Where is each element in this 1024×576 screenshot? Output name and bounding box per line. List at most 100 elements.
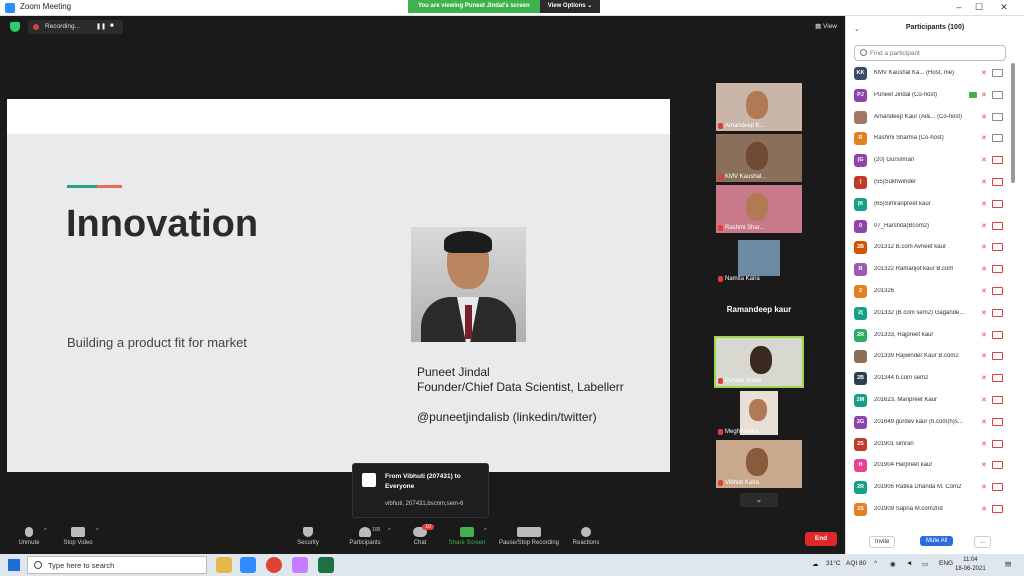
participant-row[interactable]: (K (65)Simranpreet kaur ✕ xyxy=(846,194,1011,216)
video-off-icon[interactable] xyxy=(992,461,1003,470)
video-off-icon[interactable] xyxy=(992,134,1003,143)
participant-row[interactable]: 201339 Rajwinder Kaur B.com2 ✕ xyxy=(846,346,1011,368)
muted-mic-icon[interactable]: ✕ xyxy=(981,69,987,78)
video-off-icon[interactable] xyxy=(992,69,1003,77)
network-icon[interactable]: ◉ xyxy=(890,560,896,568)
language-indicator[interactable]: ENG xyxy=(939,560,953,567)
excel-icon[interactable] xyxy=(318,557,334,573)
participant-row[interactable]: 2B 201344 b.com sem2 ✕ xyxy=(846,368,1011,390)
participant-row[interactable]: 2R 201333, Rajpreet kaur ✕ xyxy=(846,325,1011,347)
taskbar-search[interactable]: Type here to search xyxy=(27,556,207,574)
more-options-button[interactable]: ... xyxy=(974,536,992,548)
muted-mic-icon[interactable]: ✕ xyxy=(981,418,987,427)
participant-row[interactable]: R 201322 Ramanjot kaur B.com ✕ xyxy=(846,259,1011,281)
participant-row[interactable]: R Rashmi Sharma (Co-host) ✕ xyxy=(846,128,1011,150)
participant-row[interactable]: 0 07_Harshita(Bcom2) ✕ xyxy=(846,216,1011,238)
file-explorer-icon[interactable] xyxy=(216,557,232,573)
view-layout-button[interactable]: ▦ View xyxy=(815,22,837,30)
participant-row[interactable]: 2(201332 (B.com sem2) Gagande... ✕ xyxy=(846,303,1011,325)
video-thumbnail[interactable]: KMV Kaushal... xyxy=(716,134,802,182)
end-meeting-button[interactable]: End xyxy=(805,532,837,546)
muted-mic-icon[interactable]: ✕ xyxy=(981,396,987,405)
participant-row[interactable]: PJ Puneet Jindal (Co-host) ✕ xyxy=(846,85,1011,107)
muted-mic-icon[interactable]: ✕ xyxy=(981,352,987,361)
participant-row[interactable]: 2B 201312 B.com Avneet kaur ✕ xyxy=(846,237,1011,259)
video-off-icon[interactable] xyxy=(992,112,1003,121)
video-thumbnail[interactable]: Meghil Arora xyxy=(716,389,802,437)
view-options-button[interactable]: View Options ⌄ xyxy=(539,0,601,13)
weather-temperature[interactable]: 31°C xyxy=(826,560,841,567)
reactions-button[interactable]: Reactions xyxy=(571,527,601,546)
muted-mic-icon[interactable]: ✕ xyxy=(981,113,987,122)
participants-button[interactable]: 100 Participants xyxy=(345,527,385,546)
mute-all-button[interactable]: Mute All xyxy=(920,536,954,546)
windows-start-icon[interactable] xyxy=(8,559,20,571)
muted-mic-icon[interactable]: ✕ xyxy=(981,243,987,252)
battery-icon[interactable]: ▭ xyxy=(922,560,928,568)
video-off-icon[interactable] xyxy=(992,396,1003,404)
chat-button[interactable]: 10 Chat xyxy=(408,524,434,546)
muted-mic-icon[interactable]: ✕ xyxy=(981,156,987,165)
paint-icon[interactable] xyxy=(292,557,308,573)
participants-options-caret[interactable]: ^ xyxy=(388,528,391,534)
muted-mic-icon[interactable]: ✕ xyxy=(981,91,987,100)
security-shield-icon[interactable] xyxy=(10,22,20,32)
video-thumbnail[interactable]: Amandeep K... xyxy=(716,83,802,131)
muted-mic-icon[interactable]: ✕ xyxy=(981,374,987,383)
video-options-caret[interactable]: ^ xyxy=(96,528,99,534)
participant-row[interactable]: (G (20) Gursimran ✕ xyxy=(846,150,1011,172)
muted-mic-icon[interactable]: ✕ xyxy=(981,331,987,340)
muted-mic-icon[interactable]: ✕ xyxy=(981,440,987,449)
video-off-icon[interactable] xyxy=(992,221,1003,230)
muted-mic-icon[interactable]: ✕ xyxy=(981,505,987,514)
video-off-icon[interactable] xyxy=(992,483,1003,492)
close-window-button[interactable]: ✕ xyxy=(997,1,1011,14)
maximize-button[interactable]: ☐ xyxy=(972,1,986,14)
video-off-icon[interactable] xyxy=(992,352,1003,361)
video-off-icon[interactable] xyxy=(992,330,1003,339)
video-off-icon[interactable] xyxy=(992,505,1003,513)
video-thumbnail[interactable]: Ramandeep kaur xyxy=(716,287,802,335)
participant-row[interactable]: 2M 201623, Manpreet Kaur ✕ xyxy=(846,390,1011,412)
video-off-icon[interactable] xyxy=(992,417,1003,426)
participant-row[interactable]: H 201904 Harpreet kaur ✕ xyxy=(846,455,1011,477)
taskbar-clock[interactable]: 11:04 18-06-2021 xyxy=(955,556,986,574)
participant-row[interactable]: KK KMV Kaushal Ka... (Host, me) ✕ xyxy=(846,63,1011,85)
zoom-taskbar-icon[interactable] xyxy=(240,557,256,573)
muted-mic-icon[interactable]: ✕ xyxy=(981,461,987,470)
video-thumbnail[interactable]: Namita Kalra xyxy=(716,236,802,284)
video-off-icon[interactable] xyxy=(992,265,1003,274)
tray-overflow-icon[interactable]: ^ xyxy=(874,560,877,567)
notifications-icon[interactable]: ▤ xyxy=(1005,560,1011,568)
participant-row[interactable]: ((55)Sukhwinder ✕ xyxy=(846,172,1011,194)
share-screen-button[interactable]: Share Screen xyxy=(446,527,488,546)
participant-row[interactable]: 2R 201905 Ratika Dhanda M. Com2 ✕ xyxy=(846,477,1011,499)
video-thumbnail[interactable]: Rashmi Shar... xyxy=(716,185,802,233)
audio-options-caret[interactable]: ^ xyxy=(44,528,47,534)
muted-mic-icon[interactable]: ✕ xyxy=(981,483,987,492)
muted-mic-icon[interactable]: ✕ xyxy=(981,222,987,231)
participant-search[interactable] xyxy=(854,45,1006,61)
share-options-caret[interactable]: ^ xyxy=(484,528,487,534)
participant-row[interactable]: 2 201326 ✕ xyxy=(846,281,1011,303)
volume-icon[interactable]: ◄ xyxy=(906,560,912,567)
video-off-icon[interactable] xyxy=(992,243,1003,252)
muted-mic-icon[interactable]: ✕ xyxy=(981,200,987,209)
video-off-icon[interactable] xyxy=(992,178,1003,186)
chat-notification-popup[interactable]: From Vibhuti (207431) to Everyone vibhut… xyxy=(352,463,489,518)
chrome-icon[interactable] xyxy=(266,557,282,573)
video-off-icon[interactable] xyxy=(992,156,1003,165)
participant-list-scrollbar[interactable] xyxy=(1011,63,1015,183)
participant-row[interactable]: 2G 201649 gurdev kaur (b.com(h)s... ✕ xyxy=(846,412,1011,434)
participant-row[interactable]: Amandeep Kaur (Ai&... (Co-host) ✕ xyxy=(846,107,1011,129)
video-off-icon[interactable] xyxy=(992,374,1003,383)
muted-mic-icon[interactable]: ✕ xyxy=(981,134,987,143)
thumbnail-scroll-down-button[interactable]: ⌄ xyxy=(740,493,778,507)
muted-mic-icon[interactable]: ✕ xyxy=(981,178,987,187)
video-thumbnail-active-speaker[interactable]: Puneet Jindal xyxy=(714,336,804,388)
invite-button[interactable]: Invite xyxy=(869,536,896,548)
minimize-button[interactable]: – xyxy=(952,1,966,14)
pause-stop-recording-button[interactable]: Pause/Stop Recording xyxy=(496,527,562,546)
video-off-icon[interactable] xyxy=(992,90,1003,99)
video-thumbnail[interactable]: Vibhuti Kalra xyxy=(716,440,802,488)
